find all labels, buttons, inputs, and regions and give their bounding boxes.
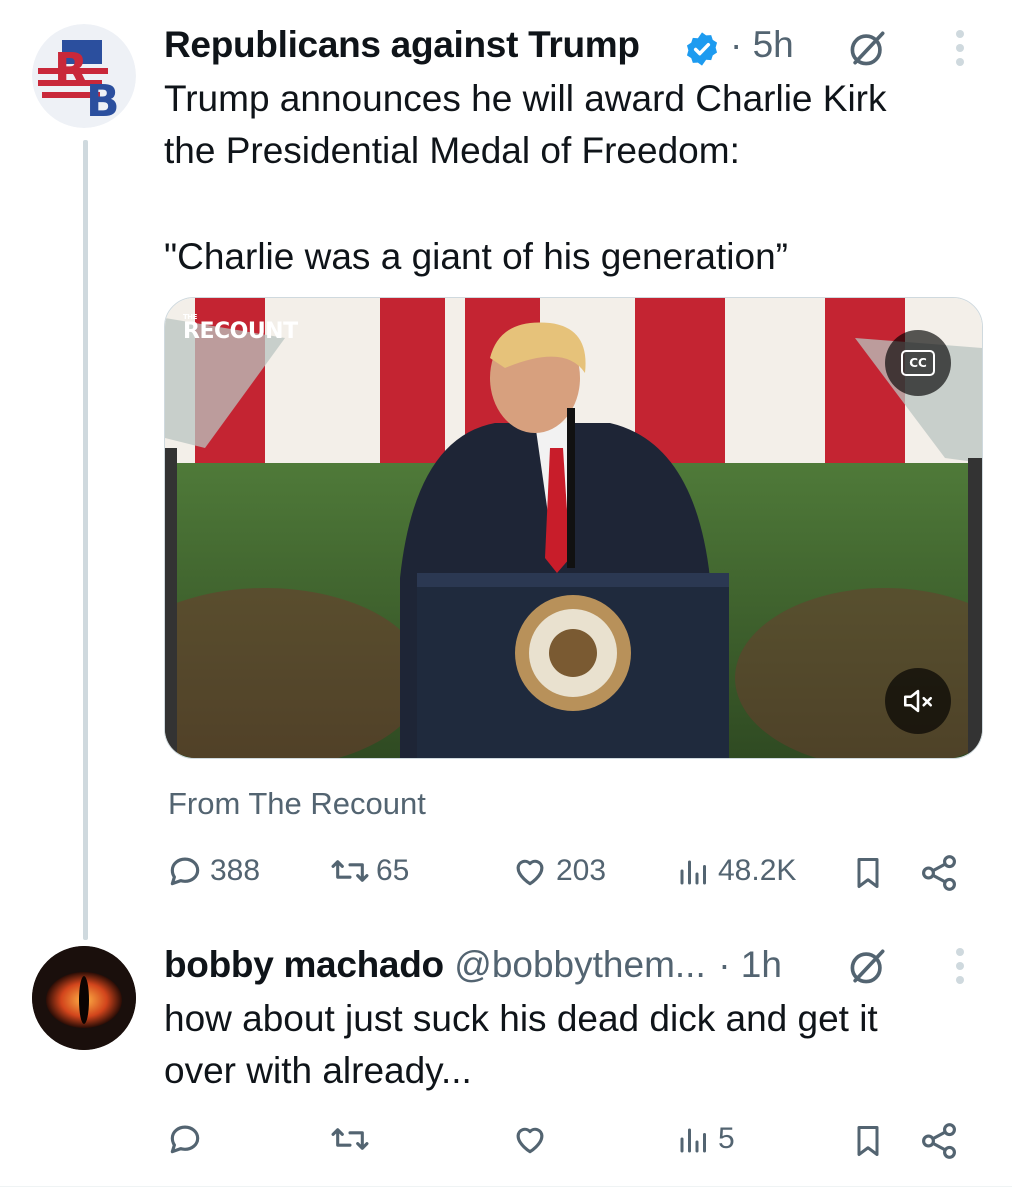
reply-count: 388 (210, 854, 261, 887)
reply-reply-button[interactable] (166, 1120, 204, 1158)
views-button[interactable]: 48.2K (676, 852, 796, 890)
avatar-bobby-machado[interactable] (32, 946, 136, 1050)
share-icon[interactable] (918, 852, 960, 894)
tweet-timestamp[interactable]: · 5h (730, 24, 794, 66)
bookmark-icon[interactable] (850, 854, 886, 892)
avatar-republicans-against-trump[interactable]: R B (32, 24, 136, 128)
verified-badge-icon (686, 32, 718, 66)
unmute-button[interactable] (885, 668, 951, 734)
author-name[interactable]: Republicans against Trump (164, 24, 640, 66)
thread-connector-line (83, 140, 88, 940)
heart-icon (516, 859, 544, 886)
grok-icon[interactable] (846, 26, 890, 70)
reply-heart-icon (516, 1127, 544, 1154)
reply-button[interactable]: 388 (166, 852, 260, 890)
dragon-eye-avatar-icon (32, 946, 136, 1050)
reply-more-options-icon[interactable] (950, 946, 970, 986)
svg-text:B: B (86, 76, 120, 127)
reply-views-button[interactable]: 5 (676, 1120, 735, 1158)
reply-bookmark-icon[interactable] (850, 1122, 886, 1160)
reply-header: bobby machado @bobbythem... · 1h (164, 944, 782, 986)
svg-text:R: R (54, 44, 88, 95)
reply-views-bar-chart-icon (680, 1128, 706, 1153)
reply-repost-icon (331, 1128, 369, 1150)
video-player[interactable]: THE RECOUNT CC (164, 297, 983, 759)
reply-timestamp[interactable]: · 1h (718, 944, 782, 985)
tweet-text-line-1: Trump announces he will award Charlie Ki… (164, 78, 887, 119)
reply-text-line-2: over with already... (164, 1050, 472, 1091)
reply-share-icon[interactable] (918, 1120, 960, 1162)
tweet-text-line-2: the Presidential Medal of Freedom: (164, 130, 740, 171)
more-options-icon[interactable] (950, 28, 970, 68)
cc-icon: CC (901, 350, 935, 376)
repost-button[interactable]: 65 (330, 852, 409, 890)
reply-author-name[interactable]: bobby machado (164, 944, 444, 985)
media-source-label[interactable]: From The Recount (168, 786, 426, 822)
reply-author-handle[interactable]: @bobbythem... (454, 944, 705, 985)
reply-repost-button[interactable] (330, 1120, 370, 1158)
reply-view-count: 5 (718, 1122, 735, 1155)
reply-like-button[interactable] (510, 1120, 550, 1158)
reply-text-line-1: how about just suck his dead dick and ge… (164, 998, 878, 1039)
views-bar-chart-icon (680, 860, 706, 885)
repost-icon (331, 860, 369, 882)
reply-reply-icon (170, 1125, 200, 1154)
like-button[interactable]: 203 (510, 852, 606, 890)
repost-count: 65 (376, 854, 410, 887)
video-frame-image (165, 298, 982, 758)
bottom-divider (0, 1186, 1012, 1187)
tweet-quote: "Charlie was a giant of his generation” (164, 236, 788, 277)
rb-logo-icon: R B (32, 24, 136, 128)
reply-icon (170, 857, 200, 886)
muted-speaker-icon (903, 689, 933, 713)
view-count: 48.2K (718, 854, 797, 887)
closed-captions-button[interactable]: CC (885, 330, 951, 396)
reply-grok-icon[interactable] (846, 944, 890, 988)
like-count: 203 (556, 854, 607, 887)
recount-brand-logo: THE RECOUNT (183, 313, 298, 345)
